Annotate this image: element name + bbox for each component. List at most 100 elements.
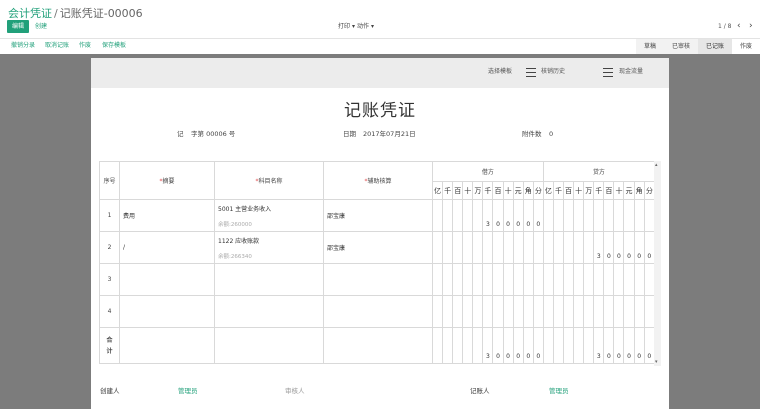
debit-digit — [442, 199, 454, 232]
status-step-posted[interactable]: 已记账 — [697, 39, 732, 54]
select-template-button[interactable]: 选择模板 — [488, 68, 512, 76]
summary-cell[interactable]: 费用 — [119, 199, 215, 232]
digit-header: 千 — [482, 181, 494, 200]
digit-header: 百 — [452, 181, 464, 200]
table-row[interactable]: 2/1122 应收账款 余额:266340 邵宝康 3 0 0 0 0 0 — [99, 231, 656, 264]
create-button[interactable]: 创建 — [35, 20, 47, 33]
debit-digit — [452, 231, 464, 264]
credit-digit — [573, 199, 585, 232]
credit-digit — [623, 295, 635, 328]
credit-digit — [563, 263, 575, 296]
aux-cell[interactable]: 邵宝康 — [323, 231, 433, 264]
credit-digit — [633, 199, 645, 232]
pager-value[interactable]: 1 / 8 — [718, 20, 731, 33]
digit-header: 元 — [512, 181, 524, 200]
cancel-posting-button[interactable]: 取消记账 — [45, 41, 69, 51]
caret-down-icon: ▾ — [370, 23, 374, 30]
row-number: 2 — [99, 231, 120, 264]
scroll-up-icon[interactable]: ▴ — [655, 162, 658, 168]
table-scrollbar[interactable]: ▴ ▾ — [654, 161, 661, 366]
aux-cell[interactable] — [323, 295, 433, 328]
summary-cell[interactable]: / — [119, 231, 215, 264]
debit-digit — [452, 199, 464, 232]
debit-digit — [462, 263, 474, 296]
creator-label: 创建人 — [100, 387, 120, 395]
debit-digit: 0 — [502, 199, 514, 232]
debit-total-digit: 0 — [502, 327, 514, 364]
date-value: 2017年07月21日 — [363, 130, 416, 138]
account-cell[interactable] — [214, 295, 324, 328]
status-step-void[interactable]: 作废 — [731, 39, 760, 54]
breadcrumb-current: 记账凭证-00006 — [59, 7, 143, 20]
account-cell[interactable]: 1122 应收账款 余额:266340 — [214, 231, 324, 264]
menu-icon[interactable] — [526, 68, 536, 77]
digit-header: 十 — [462, 181, 474, 200]
sheet-toolbar — [91, 58, 669, 88]
reconcile-history-button[interactable]: 核销历史 — [541, 68, 565, 76]
unpost-entry-button[interactable]: 撤销分录 — [11, 41, 35, 51]
edit-button[interactable]: 编辑 — [7, 20, 29, 33]
total-label-2: 计 — [106, 347, 113, 355]
summary-cell[interactable] — [119, 263, 215, 296]
debit-digit — [522, 263, 534, 296]
column-header-aux: *辅助核算 — [323, 161, 433, 200]
creator-value: 管理员 — [178, 387, 198, 395]
debit-total-digit — [462, 327, 474, 364]
aux-cell[interactable] — [323, 263, 433, 296]
credit-total-digit: 0 — [633, 327, 645, 364]
credit-total-digit — [552, 327, 565, 364]
summary-header-label: 摘要 — [162, 178, 175, 185]
debit-total-digit: 3 — [482, 327, 494, 364]
breadcrumb-parent-link[interactable]: 会计凭证 — [8, 7, 52, 20]
debit-digit — [482, 231, 494, 264]
credit-digit — [593, 295, 605, 328]
action-dropdown[interactable]: 动作 ▾ — [357, 20, 374, 33]
digit-header: 千 — [552, 181, 565, 200]
credit-digit — [633, 263, 645, 296]
digit-header: 万 — [583, 181, 595, 200]
debit-digit — [482, 295, 494, 328]
table-row[interactable]: 1 费用 5001 主营业务收入 余额:260000 邵宝康 3 0 0 0 0 0 — [99, 199, 656, 232]
print-dropdown[interactable]: 打印 ▾ — [338, 20, 355, 33]
debit-digit: 0 — [522, 199, 534, 232]
void-button[interactable]: 作废 — [79, 41, 91, 51]
poster-value: 管理员 — [549, 387, 569, 395]
digit-header: 元 — [623, 181, 635, 200]
status-step-draft[interactable]: 草稿 — [635, 39, 664, 54]
pager-previous-icon[interactable]: ‹ — [737, 20, 741, 33]
table-row[interactable]: 4 — [99, 295, 656, 328]
aux-cell[interactable]: 邵宝康 — [323, 199, 433, 232]
cash-flow-button[interactable]: 现金流量 — [619, 68, 643, 76]
total-row: 合计300000300000 — [99, 327, 656, 364]
debit-digit — [502, 295, 514, 328]
column-header-summary: *摘要 — [119, 161, 215, 200]
account-cell[interactable]: 5001 主营业务收入 余额:260000 — [214, 199, 324, 232]
aux-header-label: 辅助核算 — [367, 178, 392, 185]
menu-icon[interactable] — [603, 68, 613, 77]
row-number: 1 — [99, 199, 120, 232]
debit-total-digit: 0 — [532, 327, 544, 364]
scroll-down-icon[interactable]: ▾ — [655, 359, 658, 365]
credit-digit: 0 — [643, 231, 656, 264]
summary-cell[interactable] — [119, 295, 215, 328]
credit-digit — [583, 263, 595, 296]
debit-digit — [442, 295, 454, 328]
pager-next-icon[interactable]: › — [749, 20, 753, 33]
digit-header: 亿 — [431, 181, 444, 200]
credit-digit — [603, 295, 615, 328]
total-label-1: 合 — [106, 336, 113, 344]
digit-header: 千 — [593, 181, 605, 200]
credit-digit: 3 — [593, 231, 605, 264]
account-cell[interactable] — [214, 263, 324, 296]
breadcrumb: 会计凭证 / 记账凭证-00006 — [8, 5, 143, 21]
debit-digit — [522, 295, 534, 328]
account-balance: 余额:260000 — [218, 221, 252, 228]
table-row[interactable]: 3 — [99, 263, 656, 296]
status-step-audited[interactable]: 已审核 — [663, 39, 698, 54]
credit-digit — [542, 263, 554, 296]
credit-digit — [573, 295, 585, 328]
save-template-button[interactable]: 保存模板 — [102, 41, 126, 51]
debit-digit — [522, 231, 534, 264]
column-header-no: 序号 — [99, 161, 120, 200]
credit-digit: 0 — [633, 231, 645, 264]
